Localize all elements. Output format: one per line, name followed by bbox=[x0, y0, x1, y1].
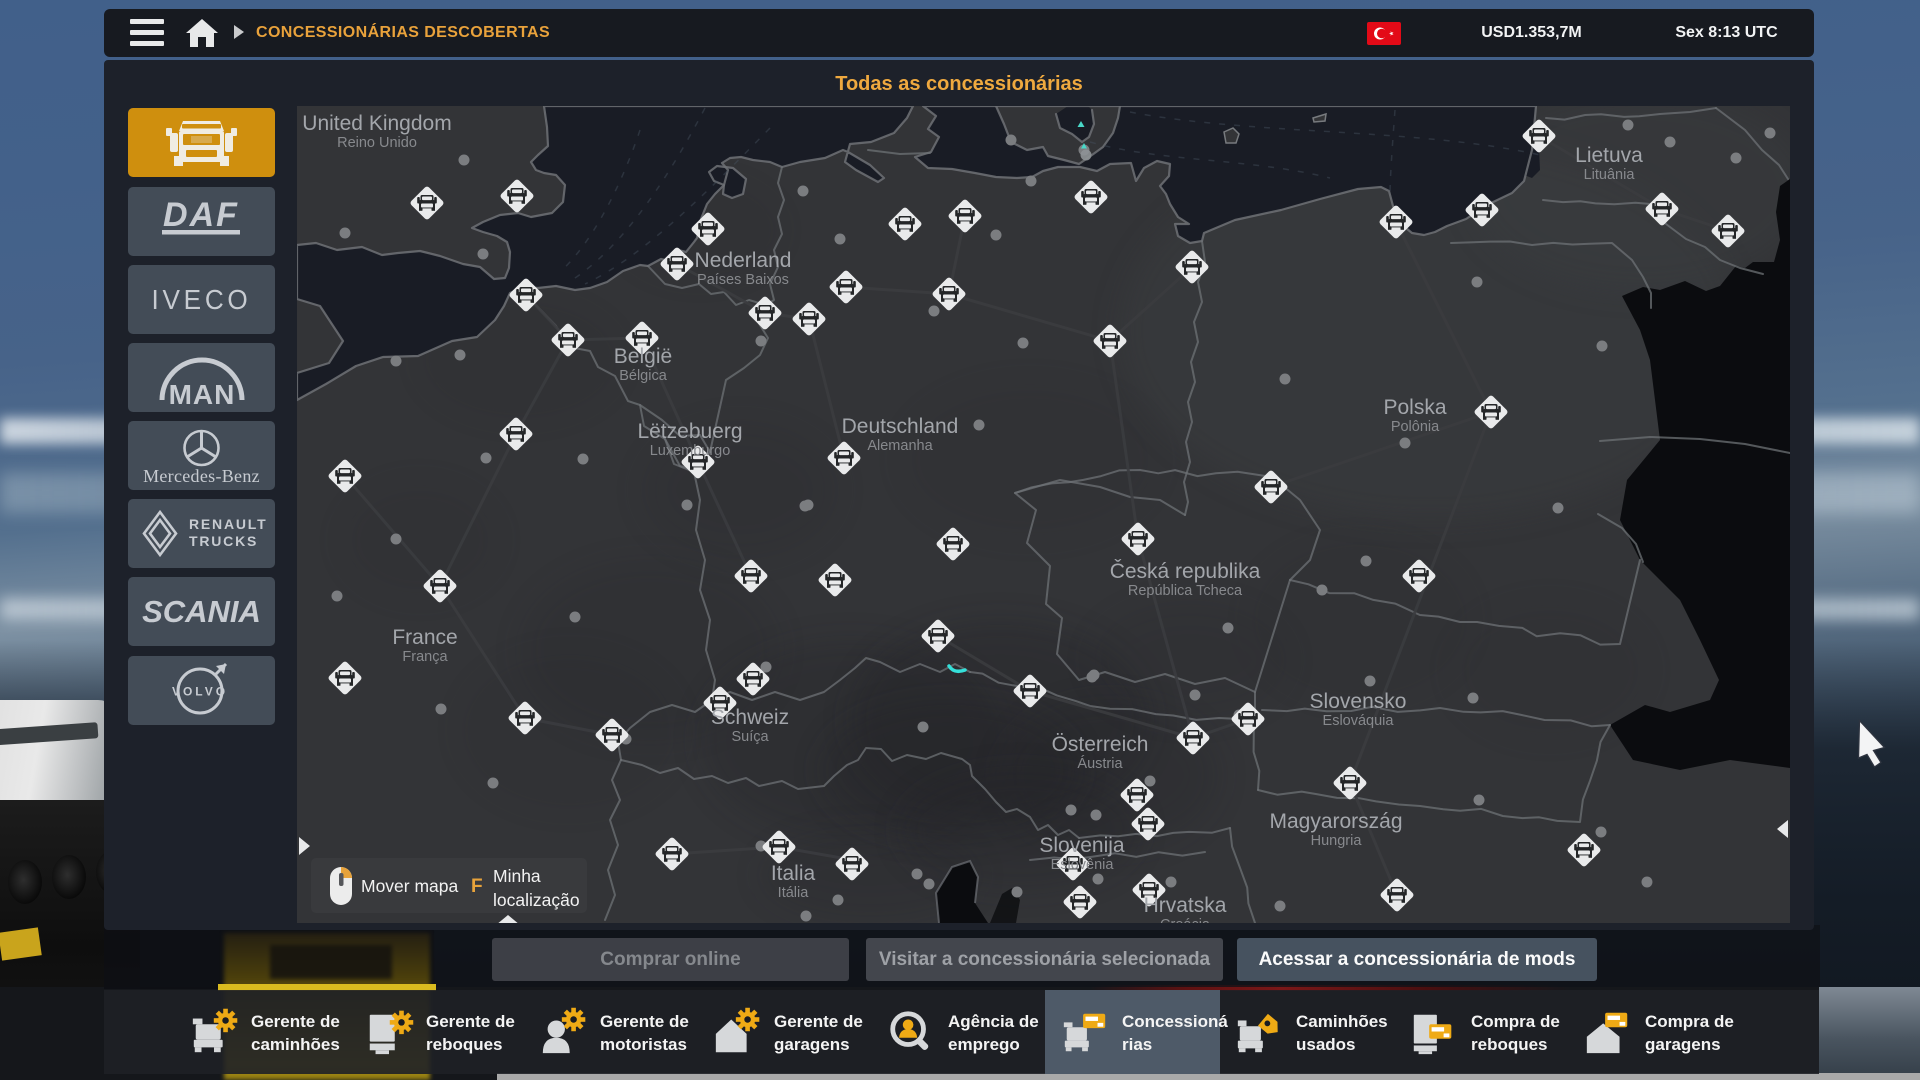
svg-text:Italia: Italia bbox=[771, 862, 816, 885]
svg-text:Áustria: Áustria bbox=[1077, 755, 1123, 772]
svg-text:IVECO: IVECO bbox=[152, 284, 252, 315]
svg-text:Nederland: Nederland bbox=[695, 249, 792, 272]
svg-text:SCANIA: SCANIA bbox=[142, 594, 261, 629]
svg-text:localização: localização bbox=[493, 890, 580, 910]
svg-text:France: France bbox=[392, 626, 457, 649]
svg-text:Minha: Minha bbox=[493, 866, 541, 886]
svg-text:Luxemburgo: Luxemburgo bbox=[650, 443, 731, 459]
svg-text:Polska: Polska bbox=[1383, 396, 1446, 419]
svg-text:Lituânia: Lituânia bbox=[1584, 167, 1636, 183]
svg-text:Eslovênia: Eslovênia bbox=[1051, 857, 1115, 873]
svg-text:Österreich: Österreich bbox=[1052, 733, 1149, 756]
svg-text:Reino Unido: Reino Unido bbox=[337, 135, 417, 151]
svg-text:Mercedes-Benz: Mercedes-Benz bbox=[143, 466, 260, 486]
svg-text:Lietuva: Lietuva bbox=[1575, 144, 1643, 167]
svg-text:Deutschland: Deutschland bbox=[842, 415, 959, 438]
svg-text:Magyarország: Magyarország bbox=[1269, 810, 1402, 833]
svg-text:Eslováquia: Eslováquia bbox=[1323, 713, 1395, 729]
svg-text:Hungria: Hungria bbox=[1311, 833, 1363, 849]
svg-text:RENAULT: RENAULT bbox=[189, 516, 267, 532]
svg-text:MAN: MAN bbox=[169, 379, 236, 410]
svg-text:Hrvatska: Hrvatska bbox=[1144, 894, 1227, 917]
svg-text:DAF: DAF bbox=[163, 196, 239, 234]
svg-text:Bélgica: Bélgica bbox=[619, 368, 667, 384]
svg-text:República Tcheca: República Tcheca bbox=[1128, 583, 1243, 599]
svg-text:Itália: Itália bbox=[778, 885, 810, 901]
svg-text:Alemanha: Alemanha bbox=[867, 438, 933, 454]
svg-text:Slovenija: Slovenija bbox=[1039, 834, 1125, 857]
svg-text:Croácia: Croácia bbox=[1160, 917, 1211, 923]
svg-text:Mover mapa: Mover mapa bbox=[361, 876, 459, 896]
svg-text:Slovensko: Slovensko bbox=[1310, 690, 1407, 713]
svg-text:TRUCKS: TRUCKS bbox=[189, 533, 258, 549]
svg-text:Lëtzebuerg: Lëtzebuerg bbox=[637, 420, 742, 443]
svg-text:VOLVO: VOLVO bbox=[172, 685, 228, 699]
svg-text:Polônia: Polônia bbox=[1391, 419, 1440, 435]
svg-text:United Kingdom: United Kingdom bbox=[302, 112, 451, 135]
svg-text:F: F bbox=[471, 876, 483, 897]
svg-text:Países Baixos: Países Baixos bbox=[697, 272, 789, 288]
svg-text:Suíça: Suíça bbox=[731, 729, 769, 745]
svg-text:Schweiz: Schweiz bbox=[711, 706, 789, 729]
svg-text:França: França bbox=[402, 649, 448, 665]
svg-text:België: België bbox=[614, 345, 672, 368]
svg-text:Česká republika: Česká republika bbox=[1110, 560, 1261, 583]
